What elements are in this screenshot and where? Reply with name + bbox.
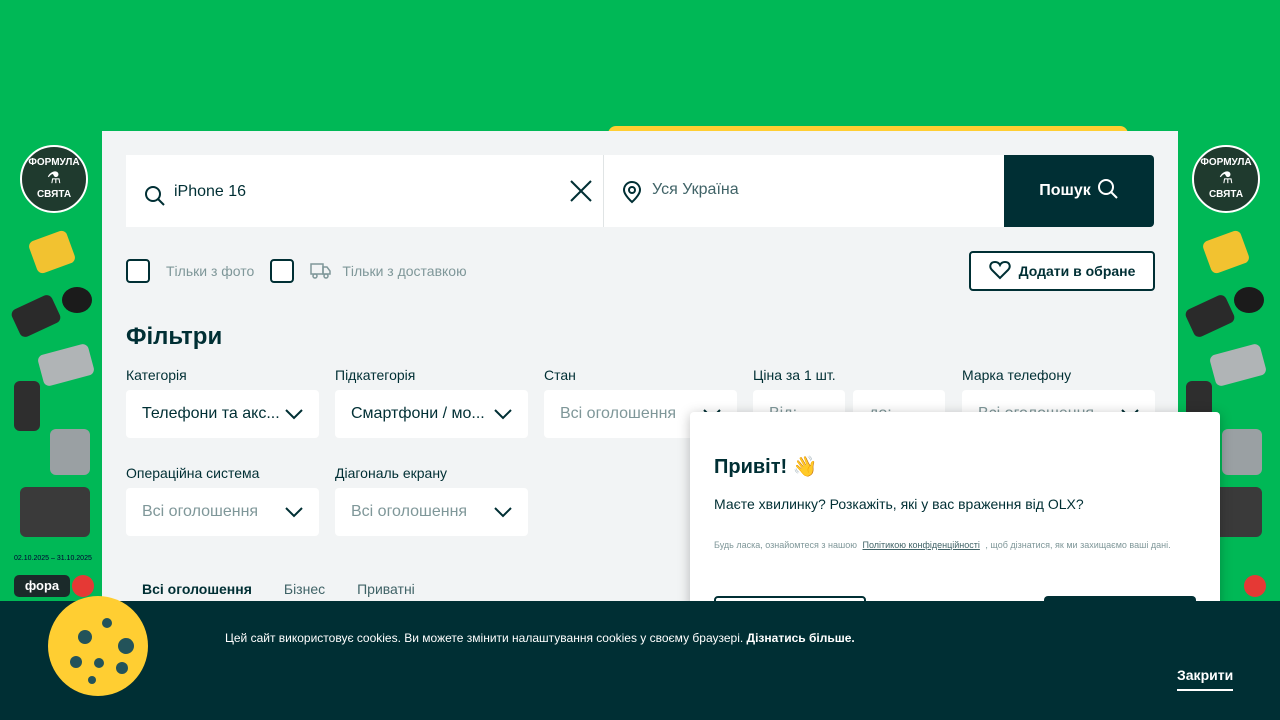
search-button[interactable]: Пошук [1004, 155, 1154, 227]
ad-badge: ФОРМУЛА ⚗ СВЯТА [1192, 145, 1260, 213]
popup-title: Привіт! 👋 [714, 456, 818, 478]
feedback-popup: Привіт! 👋 Маєте хвилинку? Розкажіть, які… [690, 412, 1220, 626]
add-to-favorites-label: Додати в обране [1018, 263, 1136, 279]
filter-os: Операційна система Всі оголошення [126, 465, 319, 536]
side-ad-left[interactable]: ФОРМУЛА ⚗ СВЯТА 02.10.2025 – 31.10.2025 … [0, 131, 102, 601]
heart-icon [988, 260, 1011, 283]
filter-subcategory-value: Смартфони / мо... [351, 405, 485, 422]
tab-all[interactable]: Всі оголошення [142, 581, 252, 597]
seller-type-tabs: Всі оголошення Бізнес Приватні [142, 581, 415, 597]
ad-product-image [1183, 293, 1237, 339]
search-button-label: Пошук [1039, 182, 1091, 199]
chevron-down-icon [494, 407, 512, 425]
ad-badge: ФОРМУЛА ⚗ СВЯТА [20, 145, 88, 213]
filter-category-select[interactable]: Телефони та акс... [126, 390, 319, 438]
filter-diagonal-select[interactable]: Всі оголошення [335, 488, 528, 536]
privacy-policy-link[interactable]: Політикою конфіденційності [862, 540, 979, 550]
ad-badge-line2: СВЯТА [36, 189, 72, 200]
search-icon [1097, 178, 1119, 205]
cookie-close-button[interactable]: Закрити [1177, 667, 1234, 691]
ad-product-image [36, 342, 96, 388]
filter-condition-value: Всі оголошення [560, 405, 677, 422]
ad-badge-line1: ФОРМУЛА [28, 157, 80, 168]
location-pin-icon [622, 180, 642, 209]
basket-icon [72, 575, 94, 597]
ad-product-image [62, 287, 92, 313]
filter-diagonal-value: Всі оголошення [351, 503, 468, 520]
delivery-only-checkbox[interactable] [270, 259, 295, 283]
privacy-note-text-end: , щоб дізнатися, як ми захищаємо ваші да… [985, 540, 1171, 550]
truck-icon [310, 261, 332, 282]
basket-icon [1244, 575, 1266, 597]
location-input[interactable]: Уся Україна [604, 155, 1004, 227]
ad-product-image [14, 381, 40, 431]
filter-category-label: Категорія [126, 367, 187, 383]
filters-title: Фільтри [126, 323, 223, 350]
filter-price-label: Ціна за 1 шт. [753, 367, 836, 383]
chevron-down-icon [285, 407, 303, 425]
popup-question: Маєте хвилинку? Розкажіть, які у вас вра… [714, 496, 1084, 512]
ad-product-image [1222, 429, 1262, 475]
ad-badge-line2: СВЯТА [1208, 189, 1244, 200]
ad-product-image [1234, 287, 1264, 313]
privacy-note-text: Будь ласка, ознайомтеся з нашою [714, 540, 857, 550]
ad-product-image [1201, 229, 1251, 275]
location-value: Уся Україна [652, 181, 739, 198]
search-row: iPhone 16 Уся Україна Пошук [126, 155, 1154, 227]
ad-product-image [50, 429, 90, 475]
cookie-icon [48, 596, 148, 696]
chevron-down-icon [285, 505, 303, 523]
filter-category-value: Телефони та акс... [142, 405, 280, 422]
search-input[interactable]: iPhone 16 [126, 155, 604, 227]
ad-product-image [20, 487, 90, 537]
filter-os-value: Всі оголошення [142, 503, 259, 520]
tab-business[interactable]: Бізнес [284, 581, 325, 597]
cookie-message: Цей сайт використовує cookies. Ви можете… [225, 631, 744, 645]
search-options: Тільки з фото Тільки з доставкою [126, 259, 483, 283]
filter-diagonal: Діагональ екрану Всі оголошення [335, 465, 528, 536]
flask-icon: ⚗ [1218, 170, 1234, 187]
close-icon[interactable] [569, 179, 593, 208]
filter-condition-label: Стан [544, 367, 576, 383]
cookie-text: Цей сайт використовує cookies. Ви можете… [225, 631, 855, 645]
ad-date: 02.10.2025 – 31.10.2025 [14, 555, 92, 562]
search-icon [144, 185, 166, 212]
ad-product-image [1208, 342, 1268, 388]
photo-only-checkbox[interactable] [126, 259, 150, 283]
filter-os-select[interactable]: Всі оголошення [126, 488, 319, 536]
chevron-down-icon [494, 505, 512, 523]
ad-logo: фора [14, 575, 70, 597]
add-to-favorites-button[interactable]: Додати в обране [969, 251, 1155, 291]
filter-diagonal-label: Діагональ екрану [335, 465, 448, 481]
filter-subcategory: Підкатегорія Смартфони / мо... [335, 367, 528, 438]
filter-category: Категорія Телефони та акс... [126, 367, 319, 438]
filter-subcategory-label: Підкатегорія [335, 367, 416, 383]
cookie-bar: Цей сайт використовує cookies. Ви можете… [0, 601, 1280, 720]
filter-os-label: Операційна система [126, 465, 260, 481]
ad-badge-line1: ФОРМУЛА [1200, 157, 1252, 168]
filter-subcategory-select[interactable]: Смартфони / мо... [335, 390, 528, 438]
filter-brand-label: Марка телефону [962, 367, 1072, 383]
ad-product-image [27, 229, 77, 275]
popup-privacy-note: Будь ласка, ознайомтеся з нашою Політико… [714, 540, 1194, 550]
search-query: iPhone 16 [174, 183, 247, 200]
tab-private[interactable]: Приватні [357, 581, 415, 597]
photo-only-label: Тільки з фото [166, 263, 255, 279]
cookie-learn-more-link[interactable]: Дізнатись більше. [747, 631, 855, 645]
flask-icon: ⚗ [46, 170, 62, 187]
ad-product-image [9, 293, 63, 339]
delivery-only-label: Тільки з доставкою [342, 263, 467, 279]
